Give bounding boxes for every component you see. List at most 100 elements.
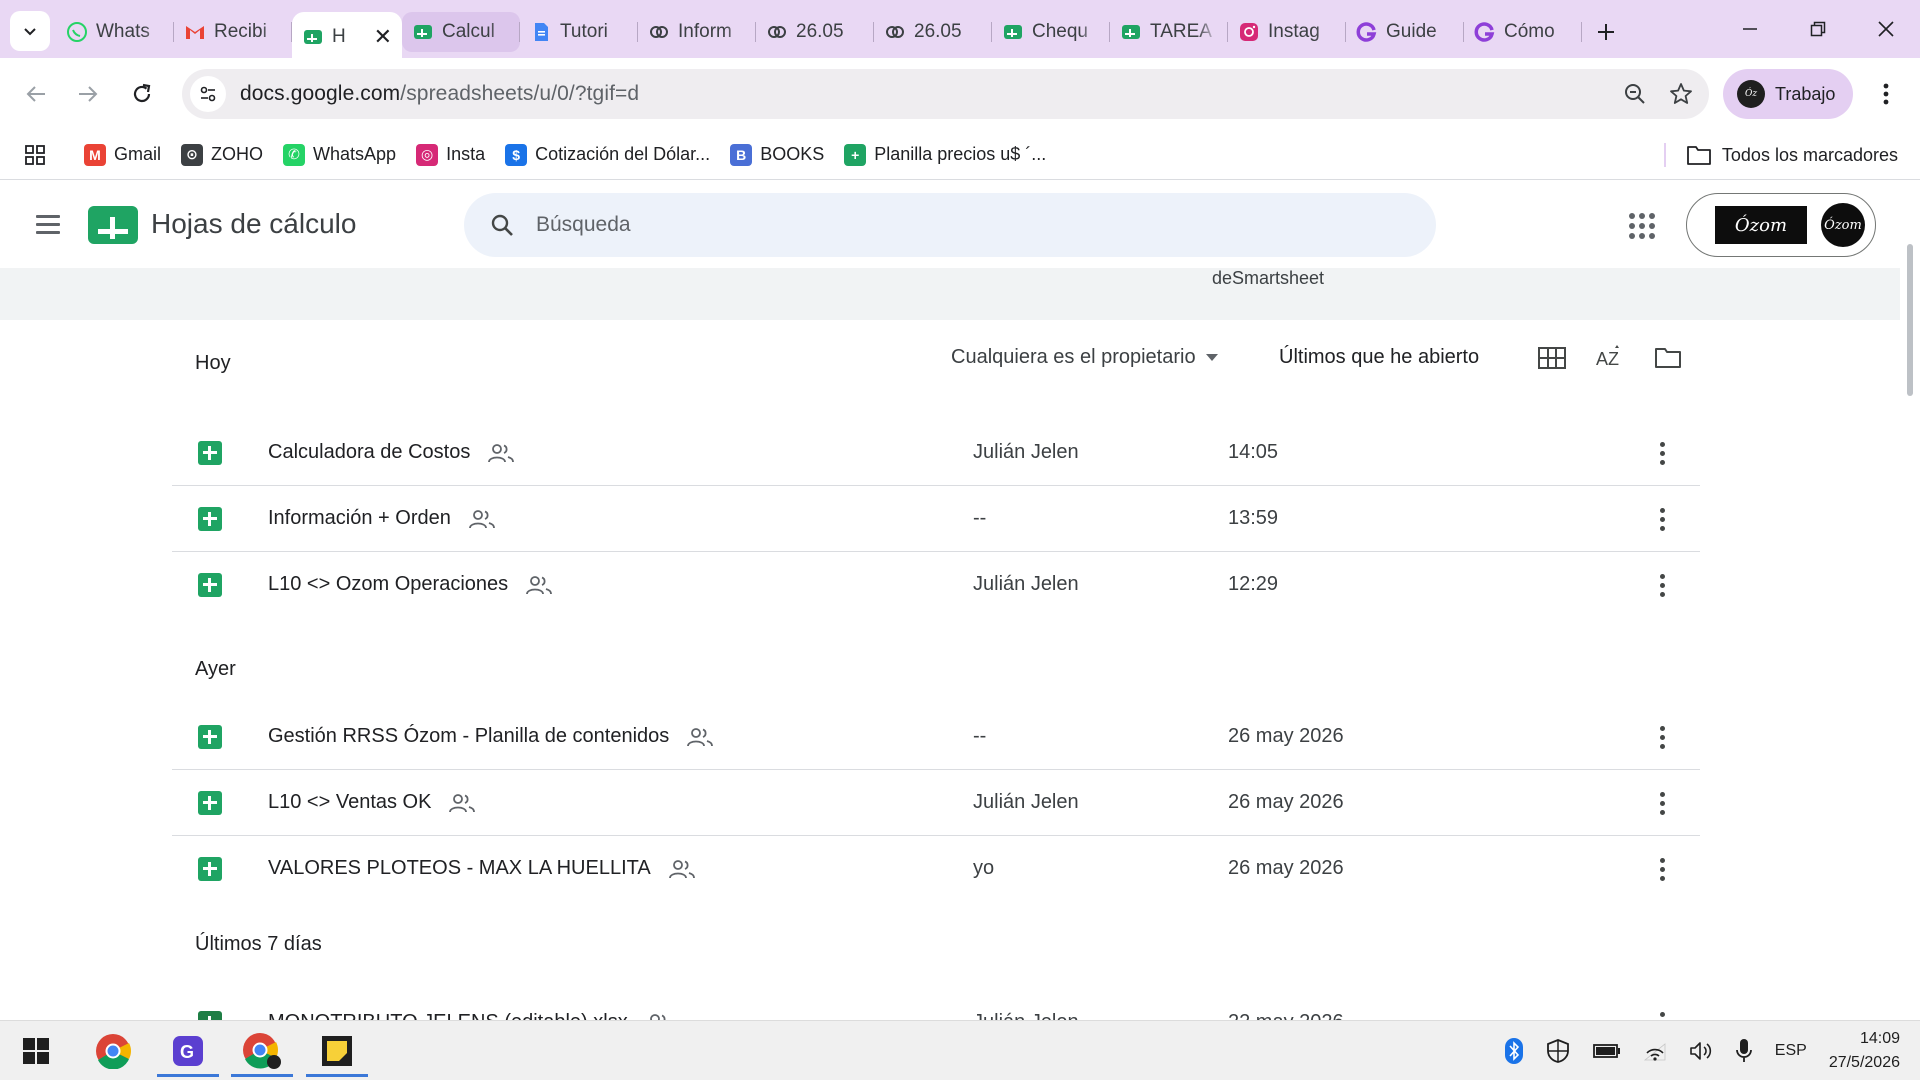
browser-tab[interactable]: Instag <box>1228 12 1346 52</box>
main-menu-button[interactable] <box>28 204 68 244</box>
bookmark-item[interactable]: ✆ WhatsApp <box>283 143 396 166</box>
browser-tab[interactable]: Calcul <box>402 12 520 52</box>
file-row[interactable]: Gestión RRSS Ózom - Planilla de contenid… <box>172 704 1700 770</box>
bookmark-item[interactable]: B BOOKS <box>730 143 824 166</box>
browser-menu-button[interactable] <box>1870 74 1902 114</box>
sort-button[interactable]: Últimos que he abierto <box>1279 346 1479 369</box>
browser-tab[interactable]: Chequ <box>992 12 1110 52</box>
browser-tab[interactable]: Cómo <box>1464 12 1582 52</box>
instagram-icon <box>1240 23 1258 41</box>
wifi-icon[interactable] <box>1643 1040 1667 1062</box>
new-tab-button[interactable] <box>1586 12 1626 52</box>
battery-icon[interactable] <box>1592 1042 1621 1060</box>
bookmark-item[interactable]: $ Cotización del Dólar... <box>505 143 710 166</box>
address-bar[interactable]: docs.google.com/spreadsheets/u/0/?tgif=d <box>182 69 1709 119</box>
clock-date: 27/5/2026 <box>1828 1054 1900 1071</box>
folder-picker-button[interactable] <box>1652 342 1684 374</box>
browser-tab[interactable]: Inform <box>638 12 756 52</box>
file-row[interactable]: L10 <> Ozom Operaciones Julián Jelen 12:29 <box>172 552 1700 618</box>
account-switcher[interactable]: Ózom Ózom <box>1686 193 1876 257</box>
browser-tab[interactable]: Guide <box>1346 12 1464 52</box>
reload-button[interactable] <box>122 74 162 114</box>
grid-view-button[interactable] <box>1536 342 1568 374</box>
sticky-notes-icon <box>322 1036 352 1066</box>
browser-tab[interactable]: Recibi <box>174 12 292 52</box>
forward-button[interactable] <box>68 74 108 114</box>
search-bar <box>464 193 1436 257</box>
file-row[interactable]: Información + Orden -- 13:59 <box>172 486 1700 552</box>
search-input[interactable] <box>536 213 1336 237</box>
minimize-button[interactable] <box>1716 0 1784 58</box>
profile-button[interactable]: Óz Trabajo <box>1723 69 1853 119</box>
file-name[interactable]: VALORES PLOTEOS - MAX LA HUELLITA <box>268 857 695 880</box>
section-label: Últimos 7 días <box>195 933 322 955</box>
browser-tab[interactable]: TAREA <box>1110 12 1228 52</box>
tab-list: Whats Recibi H ✕ Calcul Tutori Inform 26.05 26.0… <box>56 8 1626 62</box>
bookmark-item[interactable]: ◎ Insta <box>416 143 485 166</box>
file-row[interactable]: L10 <> Ventas OK Julián Jelen 26 may 2026 <box>172 770 1700 836</box>
taskbar-chrome-profile[interactable] <box>231 1025 293 1077</box>
app-title[interactable]: Hojas de cálculo <box>151 208 356 240</box>
site-info-button[interactable] <box>190 76 226 112</box>
more-options-button[interactable] <box>1648 855 1676 883</box>
dolar-icon: $ <box>505 143 528 166</box>
page-scrollbar[interactable] <box>1900 240 1920 1020</box>
file-owner: Julián Jelen <box>973 441 1079 463</box>
file-name[interactable]: L10 <> Ventas OK <box>268 791 476 814</box>
sheets-logo-icon[interactable] <box>88 206 138 244</box>
start-button[interactable] <box>5 1025 67 1077</box>
view-controls: AZ <box>1536 342 1684 374</box>
bookmark-item[interactable]: M Gmail <box>84 143 161 166</box>
input-language[interactable]: ESP <box>1775 1042 1807 1060</box>
back-button[interactable] <box>16 74 56 114</box>
google-apps-icon[interactable] <box>1622 206 1662 246</box>
apps-shortcut[interactable] <box>0 144 70 166</box>
browser-tab[interactable]: 26.05 <box>756 12 874 52</box>
file-row[interactable]: VALORES PLOTEOS - MAX LA HUELLITA yo 26 ma… <box>172 836 1700 902</box>
file-name[interactable]: Calculadora de Costos <box>268 441 515 464</box>
microphone-icon[interactable] <box>1735 1038 1753 1064</box>
sort-az-button[interactable]: AZ <box>1594 342 1626 374</box>
system-clock[interactable]: 14:09 27/5/2026 <box>1829 1027 1900 1075</box>
more-options-button[interactable] <box>1648 789 1676 817</box>
bookmark-item[interactable]: ⊙ ZOHO <box>181 143 263 166</box>
bookmark-item[interactable]: + Planilla precios u$ ´... <box>844 143 1046 166</box>
volume-icon[interactable] <box>1689 1040 1713 1062</box>
file-owner: Julián Jelen <box>973 573 1079 595</box>
browser-tab[interactable]: H ✕ <box>292 12 402 62</box>
template-name[interactable]: deSmartsheet <box>1212 268 1324 289</box>
grid-view-icon <box>1538 347 1566 369</box>
tab-title: Inform <box>678 21 732 42</box>
restore-button[interactable] <box>1784 0 1852 58</box>
file-name[interactable]: Información + Orden <box>268 507 495 530</box>
all-bookmarks-folder[interactable]: Todos los marcadores <box>1686 130 1898 180</box>
zoom-icon[interactable] <box>1623 82 1647 106</box>
owner-filter-dropdown[interactable]: Cualquiera es el propietario <box>951 346 1218 369</box>
tab-search-button[interactable] <box>10 11 50 51</box>
file-owner: -- <box>973 507 987 529</box>
file-row[interactable]: Calculadora de Costos Julián Jelen 14:05 <box>172 420 1700 486</box>
bluetooth-icon[interactable] <box>1504 1038 1523 1064</box>
tab-title: 26.05 <box>914 21 962 42</box>
search-button[interactable] <box>486 209 518 241</box>
file-name[interactable]: L10 <> Ozom Operaciones <box>268 573 553 596</box>
close-tab-icon[interactable]: ✕ <box>374 24 392 50</box>
more-options-button[interactable] <box>1648 723 1676 751</box>
more-options-button[interactable] <box>1648 571 1676 599</box>
file-owner: yo <box>973 857 995 879</box>
bookmark-star-icon[interactable] <box>1669 82 1693 106</box>
browser-tab[interactable]: Whats <box>56 12 174 52</box>
close-window-button[interactable] <box>1852 0 1920 58</box>
g-app-icon: G <box>173 1036 203 1066</box>
taskbar-chrome[interactable] <box>82 1025 144 1077</box>
browser-tab[interactable]: Tutori <box>520 12 638 52</box>
browser-tab-strip: Whats Recibi H ✕ Calcul Tutori Inform 26.05 26.0… <box>0 0 1920 62</box>
more-options-button[interactable] <box>1648 439 1676 467</box>
taskbar-sticky-notes[interactable] <box>306 1025 368 1077</box>
more-options-button[interactable] <box>1648 505 1676 533</box>
security-shield-icon[interactable] <box>1545 1038 1571 1064</box>
file-name[interactable]: Gestión RRSS Ózom - Planilla de contenid… <box>268 725 714 748</box>
taskbar-g-app[interactable]: G <box>157 1025 219 1077</box>
scrollbar-thumb[interactable] <box>1907 244 1913 396</box>
browser-tab[interactable]: 26.05 <box>874 12 992 52</box>
